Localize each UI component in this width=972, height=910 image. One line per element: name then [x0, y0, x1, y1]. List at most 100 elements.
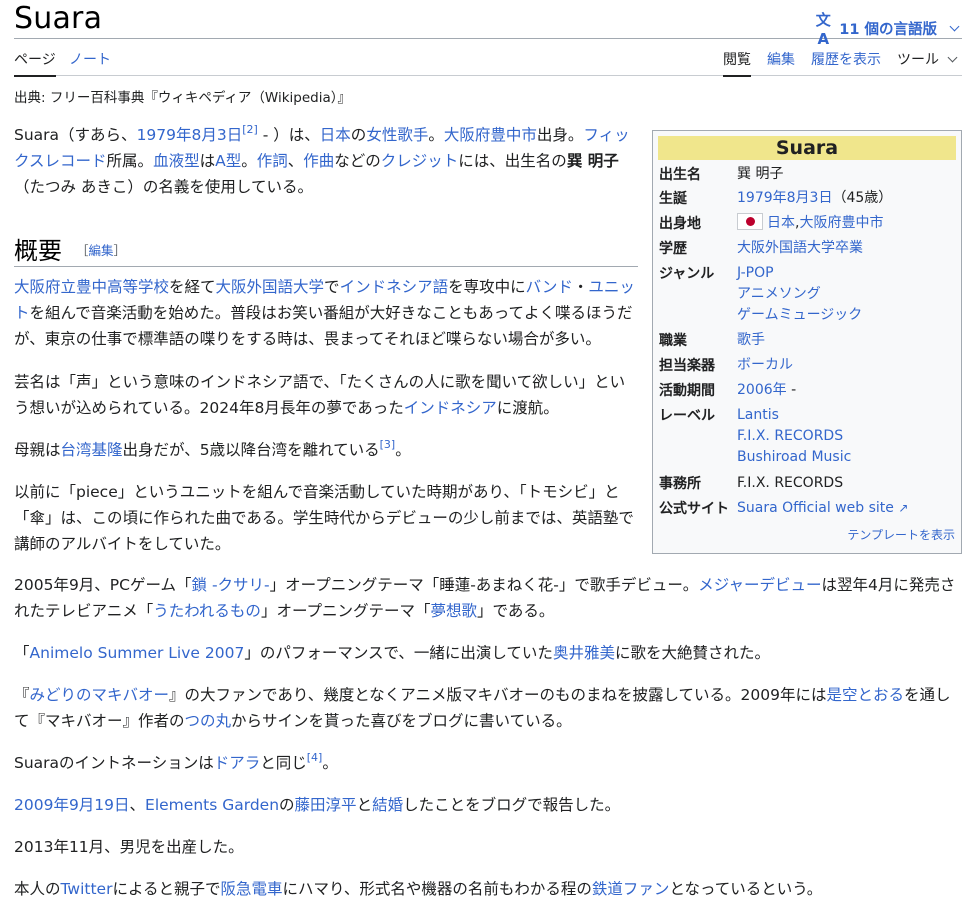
link-genre[interactable]: J-POP	[737, 265, 774, 281]
paragraph-3: 母親は台湾基隆出身だが、5歳以降台湾を離れている[3]。	[14, 437, 640, 463]
link-occupation[interactable]: 歌手	[737, 330, 765, 351]
link-lyrics[interactable]: 作詞	[257, 152, 288, 170]
infobox-value: J-POP アニメソング ゲームミュージック	[737, 263, 862, 326]
text: によると親子で	[112, 880, 221, 898]
paragraph-10: 2013年11月、男児を出産した。	[14, 838, 244, 856]
intro-text: は	[199, 152, 216, 170]
paragraph-9: 2009年9月19日、Elements Gardenの藤田淳平と結婚したことをブ…	[14, 792, 962, 818]
link-origin-city[interactable]: 大阪府豊中市	[799, 215, 883, 231]
link-record-label[interactable]: Lantis	[737, 407, 779, 423]
link-zekuu[interactable]: 是空とおる	[826, 686, 904, 704]
infobox-label: 担当楽器	[659, 358, 715, 374]
link-japan[interactable]: 日本	[320, 126, 351, 144]
link-keelung[interactable]: 台湾基隆	[61, 441, 123, 459]
infobox-value: 巽 明子	[737, 166, 784, 182]
link-type-a[interactable]: A型	[215, 152, 241, 170]
link-indonesian[interactable]: インドネシア語	[340, 278, 449, 296]
link-birthdate[interactable]: 1979年8月3日	[137, 126, 243, 144]
intro-text: には、出生名の	[458, 152, 567, 170]
link-toyonaka[interactable]: 大阪府豊中市	[444, 126, 537, 144]
text: と	[356, 796, 373, 814]
link-twitter[interactable]: Twitter	[61, 880, 113, 898]
link-origin-japan[interactable]: 日本	[767, 215, 795, 231]
paragraph-6: 「Animelo Summer Live 2007」のパフォーマンスで、一緒に出…	[14, 640, 962, 666]
reference-3[interactable]: [3]	[380, 438, 396, 451]
link-fujita[interactable]: 藤田淳平	[295, 796, 357, 814]
link-band[interactable]: バンド	[526, 278, 573, 296]
infobox-value: Lantis F.I.X. RECORDS Bushiroad Music	[737, 405, 851, 468]
paragraph-8: Suaraのイントネーションはドアラと同じ[4]。	[14, 750, 962, 776]
chevron-down-icon	[949, 21, 960, 32]
text: の	[279, 796, 295, 814]
text: にハマり、形式名や機器の名前もわかる程の	[282, 880, 592, 898]
tab-read[interactable]: 閲覧	[723, 49, 751, 77]
link-doara[interactable]: ドアラ	[214, 754, 261, 772]
text: 『	[14, 686, 30, 704]
link-education[interactable]: 大阪外国語大学卒業	[737, 238, 863, 259]
link-blood-type[interactable]: 血液型	[153, 152, 200, 170]
link-official-site[interactable]: Suara Official web site	[737, 500, 894, 516]
link-utawarerumono[interactable]: うたわれるもの	[153, 602, 261, 620]
reference-2[interactable]: [2]	[242, 123, 258, 136]
reference-4[interactable]: [4]	[307, 751, 323, 764]
tools-menu[interactable]: ツール	[897, 49, 960, 69]
link-born-date[interactable]: 1979年8月3日	[737, 190, 832, 206]
intro-text: - ）は、	[257, 126, 320, 144]
link-marriage[interactable]: 結婚	[372, 796, 403, 814]
tab-talk[interactable]: ノート	[69, 49, 111, 69]
intro-text: 、	[287, 152, 304, 170]
link-railfan[interactable]: 鉄道ファン	[592, 880, 670, 898]
paragraph-1: 大阪府立豊中高等学校を経て大阪外国語大学でインドネシア語を専攻中にバンド・ユニッ…	[14, 274, 640, 352]
infobox-label: 生誕	[659, 191, 687, 207]
link-tsunomaru[interactable]: つの丸	[185, 712, 232, 730]
text: 。	[322, 754, 338, 772]
tab-history[interactable]: 履歴を表示	[811, 49, 881, 69]
infobox-label: 公式サイト	[659, 501, 729, 517]
link-indonesia[interactable]: インドネシア	[404, 399, 497, 417]
link-record-label[interactable]: F.I.X. RECORDS	[737, 428, 843, 444]
infobox-label: 職業	[659, 333, 687, 349]
text: 」オープニングテーマ「睡蓮-あまねく花-」で歌手デビュー。	[269, 576, 699, 594]
link-elements-garden[interactable]: Elements Garden	[145, 796, 279, 814]
tools-label: ツール	[897, 52, 939, 68]
link-genre[interactable]: ゲームミュージック	[737, 307, 862, 323]
text: 2005年9月、PCゲーム「	[14, 576, 192, 594]
section-edit: ［編集］	[76, 240, 126, 259]
infobox-value: F.I.X. RECORDS	[737, 475, 844, 491]
infobox-value: 2006年 -	[737, 380, 796, 401]
text: 、	[129, 796, 146, 814]
infobox-label: 出生名	[659, 167, 701, 183]
text: 。	[395, 441, 411, 459]
intro-text: 。	[428, 126, 444, 144]
link-major-debut[interactable]: メジャーデビュー	[698, 576, 821, 594]
infobox-value: 日本,大阪府豊中市	[737, 213, 883, 234]
link-midori-makibao[interactable]: みどりのマキバオー	[30, 686, 170, 704]
text: 」のパフォーマンスで、一緒に出演していた	[244, 644, 553, 662]
tab-page[interactable]: ページ	[14, 49, 56, 77]
link-genre[interactable]: アニメソング	[737, 286, 821, 302]
paragraph-11: 本人のTwitterによると親子で阪急電車にハマり、形式名や機器の名前もわかる程…	[14, 876, 962, 902]
text: 」オープニングテーマ「	[260, 602, 431, 620]
link-hankyu[interactable]: 阪急電車	[221, 880, 283, 898]
link-okui[interactable]: 奥井雅美	[553, 644, 615, 662]
link-active-year[interactable]: 2006年	[737, 382, 787, 398]
link-kusari[interactable]: 鎖 -クサリ-	[192, 576, 270, 594]
link-university[interactable]: 大阪外国語大学	[216, 278, 325, 296]
link-instrument[interactable]: ボーカル	[737, 355, 793, 376]
link-credit[interactable]: クレジット	[381, 152, 459, 170]
link-high-school[interactable]: 大阪府立豊中高等学校	[14, 278, 169, 296]
intro-paragraph: Suara（すあら、1979年8月3日[2] - ）は、日本の女性歌手。大阪府豊…	[14, 122, 640, 200]
tab-edit[interactable]: 編集	[767, 49, 795, 69]
link-animelo[interactable]: Animelo Summer Live 2007	[30, 644, 245, 662]
link-musouka[interactable]: 夢想歌	[431, 602, 478, 620]
paragraph-5: 2005年9月、PCゲーム「鎖 -クサリ-」オープニングテーマ「睡蓮-あまねく花…	[14, 572, 962, 624]
link-record-label[interactable]: Bushiroad Music	[737, 449, 851, 465]
section-edit-link[interactable]: 編集	[89, 243, 114, 258]
show-template-link[interactable]: テンプレートを表示	[847, 526, 955, 543]
section-heading-overview: 概要 ［編集］	[14, 229, 638, 267]
text: に渡航。	[496, 399, 559, 417]
link-composition[interactable]: 作曲	[303, 152, 334, 170]
link-female-singer[interactable]: 女性歌手	[366, 126, 428, 144]
text: を組んで音楽活動を始めた。普段はお笑い番組が大好きなこともあってよく喋るほうだが…	[14, 304, 633, 348]
link-date[interactable]: 2009年9月19日	[14, 796, 130, 814]
